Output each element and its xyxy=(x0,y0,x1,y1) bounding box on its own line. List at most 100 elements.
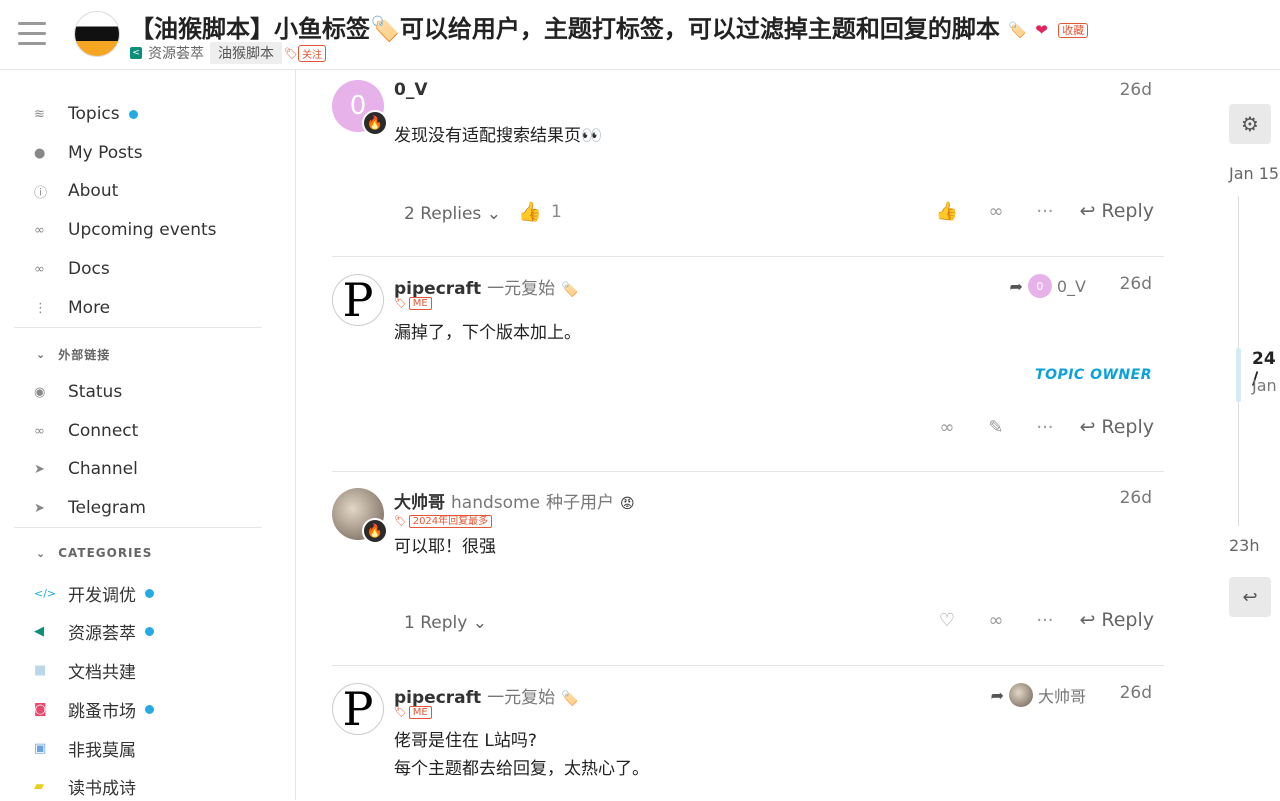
sidebar-item-label: Status xyxy=(68,382,123,402)
post-date[interactable]: 26d xyxy=(1120,80,1152,100)
site-logo[interactable] xyxy=(74,11,120,57)
post-body: 漏掉了，下个版本加上。 xyxy=(394,323,581,343)
category-label: 非我莫属 xyxy=(68,740,136,761)
timeline-end-date[interactable]: 23h xyxy=(1229,536,1260,555)
post-controls: 2 Replies ⌄ 👍 1 👍 ∞ ··· ↩ Reply xyxy=(394,200,1154,230)
sidebar-item-telegram[interactable]: ➤ Telegram xyxy=(30,493,146,523)
topic-category[interactable]: 资源荟萃 xyxy=(148,43,204,63)
topic-title[interactable]: 【油猴脚本】小鱼标签🏷️可以给用户，主题打标签，可以过滤掉主题和回复的脚本 🏷️… xyxy=(130,9,1089,44)
post-username[interactable]: 大帅哥 xyxy=(394,493,445,513)
more-icon[interactable]: ··· xyxy=(1020,417,1069,438)
post-username-row: pipecraft 一元复始 🏷️ xyxy=(394,683,579,708)
sidebar-item-connect[interactable]: ∞ Connect xyxy=(30,416,138,446)
mini-avatar xyxy=(1008,683,1033,707)
sidebar-category-reading[interactable]: ▰ 读书成诗 xyxy=(30,771,136,801)
post-date[interactable]: 26d xyxy=(1120,274,1152,294)
tag-icon: 🏷️ xyxy=(1008,21,1027,39)
sidebar-item-label: Connect xyxy=(68,421,139,441)
post-date[interactable]: 26d xyxy=(1120,683,1152,703)
sidebar-item-label: Docs xyxy=(68,259,110,279)
post-actions: ∞ ✎ ··· ↩ Reply xyxy=(922,416,1154,438)
hamburger-menu-icon[interactable] xyxy=(18,22,46,48)
post-username[interactable]: pipecraft xyxy=(394,279,481,299)
sidebar-item-status[interactable]: ◉ Status xyxy=(30,377,122,407)
divider xyxy=(332,665,1164,666)
chevron-down-icon: ⌄ xyxy=(36,348,47,361)
sidebar-item-topics[interactable]: ≋ Topics xyxy=(30,99,138,129)
show-replies-button[interactable]: 2 Replies ⌄ xyxy=(404,204,501,224)
avatar-letter-p: P xyxy=(332,683,384,735)
replies-label: 2 Replies xyxy=(404,204,482,224)
user-title: 一元复始 xyxy=(487,279,556,299)
book-icon: ▰ xyxy=(34,778,44,794)
heart-outline-icon[interactable]: ♡ xyxy=(922,610,971,631)
replies-label: 1 Reply xyxy=(404,613,468,633)
sidebar-item-label: Upcoming events xyxy=(68,220,217,240)
user-tag: 🏷 ME xyxy=(394,706,432,719)
post-body: 佬哥是住在 L站吗? 每个主题都去给回复，太热心了。 xyxy=(394,727,649,783)
sidebar-category-jobs[interactable]: ▣ 非我莫属 xyxy=(30,733,136,763)
sidebar-category-dev[interactable]: </> 开发调优 xyxy=(30,578,154,608)
user-tag-label: ME xyxy=(408,706,432,719)
like-count[interactable]: 1 xyxy=(551,202,562,222)
more-icon[interactable]: ··· xyxy=(1020,201,1069,222)
sidebar-item-about[interactable]: ⓘ About xyxy=(30,176,118,206)
avatar[interactable]: 0 🔥 xyxy=(332,80,388,136)
post: P pipecraft 一元复始 🏷️ 🏷 ME ➦ 0 0_V 26d 漏掉了，下… xyxy=(332,274,1164,472)
topic-tag[interactable]: 油猴脚本 xyxy=(210,42,282,64)
layers-icon: ≋ xyxy=(34,106,45,122)
user-title: 一元复始 xyxy=(487,688,556,708)
post-username[interactable]: pipecraft xyxy=(394,688,481,708)
tag-icon: 🏷 xyxy=(284,46,298,60)
topic-title-text[interactable]: 【油猴脚本】小鱼标签🏷️可以给用户，主题打标签，可以过滤掉主题和回复的脚本 xyxy=(130,15,1000,43)
reply-to[interactable]: ➦ 0 0_V xyxy=(1009,274,1086,298)
tag-icon: 🏷️ xyxy=(561,691,579,707)
sidebar-category-docs[interactable]: ■ 文档共建 xyxy=(30,655,136,685)
sidebar-item-my-posts[interactable]: ● My Posts xyxy=(30,138,143,168)
back-arrow-icon[interactable]: ↩ xyxy=(1229,577,1271,617)
avatar[interactable]: P xyxy=(332,274,384,326)
sidebar-item-upcoming-events[interactable]: ∞ Upcoming events xyxy=(30,215,217,245)
timeline-start-date[interactable]: Jan 15 xyxy=(1229,164,1279,183)
like-button[interactable]: 👍 xyxy=(922,201,971,222)
link-icon[interactable]: ∞ xyxy=(971,610,1020,631)
section-header-categories[interactable]: ⌄ CATEGORIES xyxy=(36,546,152,560)
avatar[interactable]: P xyxy=(332,683,384,735)
timeline-position-date: Jan xyxy=(1252,376,1277,395)
title-tag: 收藏 xyxy=(1058,23,1089,38)
reply-button[interactable]: ↩ Reply xyxy=(1079,416,1154,438)
post-username[interactable]: 0_V xyxy=(394,80,428,100)
sidebar-category-resources[interactable]: ◀ 资源荟萃 xyxy=(30,616,154,646)
paper-plane-icon: ➤ xyxy=(34,461,45,477)
sidebar-item-label: About xyxy=(68,181,119,201)
follow-tag[interactable]: 关注 xyxy=(297,44,326,62)
code-icon: </> xyxy=(34,586,57,600)
link-icon: ∞ xyxy=(34,222,45,238)
link-icon[interactable]: ∞ xyxy=(971,201,1020,222)
heart-icon: ❤ xyxy=(1035,21,1048,39)
show-replies-button[interactable]: 1 Reply ⌄ xyxy=(404,613,487,633)
reply-button[interactable]: ↩ Reply xyxy=(1079,609,1154,631)
gear-icon[interactable]: ⚙ xyxy=(1229,104,1271,144)
edit-pencil-icon[interactable]: ✎ xyxy=(971,417,1020,438)
sidebar-category-market[interactable]: ◙ 跳蚤市场 xyxy=(30,694,154,724)
sidebar-item-channel[interactable]: ➤ Channel xyxy=(30,454,138,484)
post-date[interactable]: 26d xyxy=(1120,488,1152,508)
reply-to[interactable]: ➦ 大帅哥 xyxy=(991,683,1086,707)
link-icon[interactable]: ∞ xyxy=(922,417,971,438)
more-icon[interactable]: ··· xyxy=(1020,610,1069,631)
sidebar-item-label: Telegram xyxy=(68,498,146,518)
avatar[interactable]: 🔥 xyxy=(332,488,388,544)
sidebar-item-more[interactable]: ⋮ More xyxy=(30,293,110,323)
tag-icon: 🏷 xyxy=(394,707,407,718)
link-icon: ∞ xyxy=(34,423,45,439)
sidebar-item-label: More xyxy=(68,298,111,318)
timeline-handle[interactable] xyxy=(1236,348,1241,402)
category-label: 读书成诗 xyxy=(68,778,136,799)
section-header-external[interactable]: ⌄ 外部链接 xyxy=(36,346,110,363)
chevron-down-icon: ⌄ xyxy=(486,204,501,224)
divider xyxy=(332,256,1164,257)
sidebar-item-docs[interactable]: ∞ Docs xyxy=(30,254,110,284)
reply-button[interactable]: ↩ Reply xyxy=(1079,200,1154,222)
user-tag-label: ME xyxy=(408,297,432,310)
